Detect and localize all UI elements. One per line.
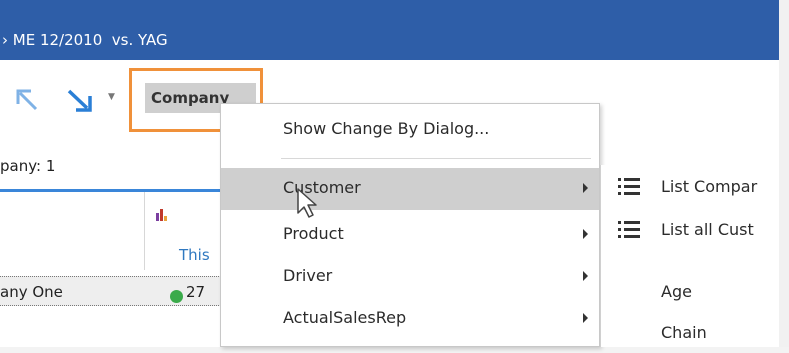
list-icon (618, 221, 640, 238)
submenu-arrow-icon (583, 313, 588, 323)
list-icon (618, 178, 640, 195)
submenu-arrow-icon (583, 229, 588, 239)
menu-item-driver[interactable]: Driver (221, 256, 599, 298)
context-menu: Show Change By Dialog... Customer Produc… (220, 103, 600, 347)
submenu-item-label: Chain (661, 323, 707, 342)
bar-chart-icon (156, 209, 167, 221)
title-bar: › ME 12/2010 vs. YAG (0, 0, 779, 60)
window-edge (779, 0, 789, 347)
menu-item-label: Product (283, 224, 344, 243)
row-name: any One (0, 283, 63, 301)
submenu-item-chain[interactable]: Chain (601, 313, 780, 353)
header-divider (0, 189, 225, 192)
menu-item-label: Customer (283, 178, 361, 197)
submenu-item-list-all-customers[interactable]: List all Cust (601, 210, 780, 250)
column-header[interactable]: This (179, 246, 210, 264)
submenu-arrow-icon (583, 271, 588, 281)
submenu-item-list-companies[interactable]: List Compar (601, 167, 780, 207)
report-title: › ME 12/2010 vs. YAG (2, 31, 168, 49)
menu-item-product[interactable]: Product (221, 214, 599, 256)
arrow-up-left-icon[interactable] (14, 88, 40, 112)
row-value: 27 (186, 283, 206, 301)
company-count-label: pany: 1 (0, 157, 56, 175)
menu-item-customer[interactable]: Customer (221, 168, 599, 210)
submenu-item-age[interactable]: Age (601, 272, 780, 312)
mouse-pointer-icon (297, 188, 317, 218)
status-dot-icon (170, 290, 183, 303)
menu-item-label: ActualSalesRep (283, 308, 407, 327)
submenu-item-label: Age (661, 282, 692, 301)
menu-item-show-change-by-dialog[interactable]: Show Change By Dialog... (221, 109, 599, 151)
chevron-down-icon[interactable]: ▼ (108, 92, 115, 102)
menu-item-actualsalesrep[interactable]: ActualSalesRep (221, 298, 599, 340)
column-divider (144, 192, 145, 270)
customer-submenu: List Compar List all Cust Age Chain (600, 165, 779, 347)
menu-separator (281, 158, 591, 159)
arrow-down-right-icon[interactable] (65, 88, 95, 114)
submenu-item-label: List all Cust (661, 220, 754, 239)
menu-item-label: Driver (283, 266, 333, 285)
submenu-item-label: List Compar (661, 177, 758, 196)
submenu-arrow-icon (583, 183, 588, 193)
menu-item-label: Show Change By Dialog... (283, 119, 490, 138)
